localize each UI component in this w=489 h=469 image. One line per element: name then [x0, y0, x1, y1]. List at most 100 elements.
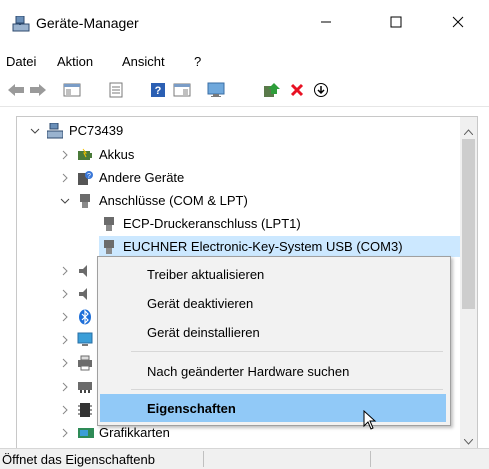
tree-item-label: Andere Geräte [99, 170, 185, 185]
tree-item-hidden-2[interactable] [59, 283, 99, 304]
mouse-cursor-icon [363, 409, 377, 433]
menu-help[interactable]: ? [194, 54, 201, 69]
printer-icon [77, 355, 93, 371]
title-bar[interactable]: Geräte-Manager [0, 0, 489, 46]
status-separator [203, 451, 204, 467]
context-menu: Treiber aktualisieren Gerät deaktivieren… [97, 256, 451, 426]
device-manager-window: Geräte-Manager Datei Aktion Ansicht ? ? … [0, 0, 489, 469]
menu-properties[interactable]: Eigenschaften [100, 394, 446, 422]
download-button[interactable] [311, 81, 331, 101]
chevron-right-icon[interactable] [59, 265, 71, 277]
menu-bar: Datei Aktion Ansicht ? [0, 50, 489, 72]
processor-icon [77, 402, 93, 418]
tree-item-label: Grafikkarten [99, 425, 170, 440]
help-icon: ? [150, 82, 166, 101]
svg-text:?: ? [155, 85, 162, 97]
tree-item-euchner-selected[interactable]: EUCHNER Electronic-Key-System USB (COM3) [99, 236, 463, 257]
uninstall-button[interactable] [287, 81, 307, 101]
menu-update-driver[interactable]: Treiber aktualisieren [100, 260, 446, 288]
tree-item-label: EUCHNER Electronic-Key-System USB (COM3) [123, 239, 403, 254]
minimize-icon [320, 16, 332, 31]
forward-button[interactable] [28, 81, 48, 101]
tree-item-anschluesse[interactable]: Anschlüsse (COM & LPT) [59, 190, 248, 211]
battery-icon [77, 147, 93, 163]
chevron-right-icon[interactable] [59, 172, 71, 184]
computer-icon [46, 122, 64, 139]
scroll-down-icon[interactable] [463, 433, 474, 448]
menu-disable-device[interactable]: Gerät deaktivieren [100, 289, 446, 317]
scroll-up-icon[interactable] [463, 123, 474, 138]
chevron-right-icon[interactable] [59, 149, 71, 161]
chevron-right-icon[interactable] [59, 381, 71, 393]
show-hide-console-tree-icon [63, 82, 81, 101]
display-adapter-icon [77, 425, 94, 441]
menu-datei[interactable]: Datei [6, 54, 36, 69]
tree-item-label: Akkus [99, 147, 135, 162]
network-icon [77, 379, 93, 395]
tree-item-ecp-port[interactable]: ECP-Druckeranschluss (LPT1) [101, 213, 301, 234]
chevron-down-icon[interactable] [59, 195, 71, 207]
menu-scan-hardware[interactable]: Nach geänderter Hardware suchen [100, 357, 446, 385]
status-text: Öffnet das Eigenschaftenb [2, 452, 155, 467]
update-driver-icon [263, 82, 281, 101]
tree-item-hidden-5[interactable] [59, 352, 99, 373]
maximize-icon [390, 16, 402, 31]
menu-ansicht[interactable]: Ansicht [122, 54, 165, 69]
chevron-right-icon[interactable] [59, 334, 71, 346]
port-icon [77, 193, 93, 209]
tree-item-label: Anschlüsse (COM & LPT) [99, 193, 248, 208]
minimize-button[interactable] [303, 0, 349, 46]
chevron-down-icon[interactable] [29, 125, 41, 137]
help-button[interactable]: ? [148, 81, 168, 101]
vertical-scrollbar[interactable] [460, 117, 477, 449]
chevron-right-icon[interactable] [59, 357, 71, 369]
toolbar: ? [0, 76, 489, 107]
tree-item-akkus[interactable]: Akkus [59, 144, 134, 165]
tree-item-andere-geraete[interactable]: ? Andere Geräte [59, 167, 184, 188]
scan-hardware-button[interactable] [206, 81, 226, 101]
close-button[interactable] [435, 0, 481, 46]
console-tree-button[interactable] [62, 81, 82, 101]
tree-item-hidden-1[interactable] [59, 260, 99, 281]
properties-icon [108, 82, 124, 101]
menu-aktion[interactable]: Aktion [57, 54, 93, 69]
properties-button[interactable] [106, 81, 126, 101]
monitor-icon [77, 332, 93, 348]
chevron-right-icon[interactable] [59, 311, 71, 323]
close-icon [452, 16, 464, 31]
menu-item-label: Eigenschaften [147, 400, 236, 416]
tree-root[interactable]: PC73439 [29, 120, 123, 141]
maximize-button[interactable] [373, 0, 419, 46]
menu-item-label: Treiber aktualisieren [147, 266, 265, 282]
tree-item-hidden-7[interactable] [59, 399, 99, 420]
back-arrow-icon [7, 83, 25, 100]
svg-text:?: ? [87, 173, 91, 180]
download-icon [313, 82, 329, 101]
forward-arrow-icon [29, 83, 47, 100]
tree-item-hidden-6[interactable] [59, 376, 99, 397]
chevron-right-icon[interactable] [59, 427, 71, 439]
port-icon [101, 239, 117, 255]
tree-item-hidden-4[interactable] [59, 329, 99, 350]
tree-item-hidden-3[interactable] [59, 306, 99, 327]
speaker-icon [77, 263, 93, 279]
status-separator [370, 451, 371, 467]
menu-item-label: Gerät deaktivieren [147, 295, 254, 311]
status-bar: Öffnet das Eigenschaftenb [0, 448, 489, 469]
menu-item-label: Gerät deinstallieren [147, 324, 260, 340]
menu-uninstall-device[interactable]: Gerät deinstallieren [100, 318, 446, 346]
device-manager-icon [12, 15, 30, 32]
monitor-icon [206, 82, 226, 101]
scroll-thumb[interactable] [462, 139, 475, 309]
tree-root-label: PC73439 [69, 123, 124, 138]
window-title: Geräte-Manager [36, 15, 139, 31]
view-button[interactable] [172, 81, 192, 101]
view-icon [173, 82, 191, 101]
update-driver-button[interactable] [262, 81, 282, 101]
tree-item-label: ECP-Druckeranschluss (LPT1) [123, 216, 301, 231]
back-button[interactable] [6, 81, 26, 101]
speaker-icon [77, 286, 93, 302]
chevron-right-icon[interactable] [59, 404, 71, 416]
port-icon [101, 216, 117, 232]
chevron-right-icon[interactable] [59, 288, 71, 300]
